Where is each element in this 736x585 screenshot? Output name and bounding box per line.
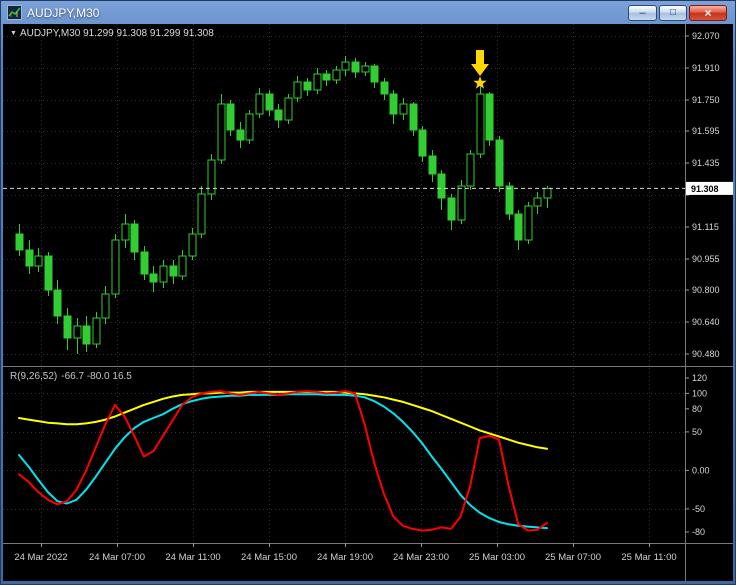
candle-body bbox=[466, 153, 475, 187]
candle-body bbox=[34, 255, 43, 267]
candle-body bbox=[533, 197, 542, 207]
indicator-axis-label: 120 bbox=[692, 373, 707, 383]
candle-body bbox=[178, 255, 187, 277]
price-axis-label: 91.435 bbox=[692, 158, 720, 168]
indicator-axis-label: 100 bbox=[692, 388, 707, 398]
price-axis-label: 91.910 bbox=[692, 63, 720, 73]
candle-body bbox=[485, 93, 494, 141]
minimize-button[interactable]: – bbox=[628, 5, 657, 21]
candle-body bbox=[361, 65, 370, 73]
candle-body bbox=[169, 265, 178, 277]
window-controls: – □ × bbox=[626, 5, 727, 21]
candle-body bbox=[63, 315, 72, 339]
indicator-axis[interactable]: 120 100 80 50 0.00 -50 -80 bbox=[685, 373, 710, 537]
candle-body bbox=[389, 93, 398, 115]
candle-body bbox=[428, 155, 437, 175]
candle-body bbox=[188, 233, 197, 257]
candle-body bbox=[457, 185, 466, 221]
candle-body bbox=[303, 81, 312, 91]
candle-body bbox=[236, 129, 245, 141]
chart-client-area: 92.070 91.910 91.750 91.595 91.435 91.115 90.9… bbox=[3, 24, 733, 581]
candle-body bbox=[351, 61, 360, 73]
candle-body bbox=[524, 205, 533, 241]
candle-body bbox=[284, 97, 293, 121]
indicator-axis-label: 50 bbox=[692, 427, 702, 437]
time-axis-label: 24 Mar 15:00 bbox=[241, 552, 297, 563]
bid-price-label: 91.308 bbox=[691, 184, 719, 194]
candle-body bbox=[370, 65, 379, 83]
chart-canvas[interactable]: 92.070 91.910 91.750 91.595 91.435 91.115 90.9… bbox=[3, 24, 733, 581]
candle-body bbox=[149, 273, 158, 283]
time-axis[interactable]: 24 Mar 2022 24 Mar 07:00 24 Mar 11:00 24 Ma… bbox=[14, 543, 677, 563]
candle-body bbox=[25, 249, 34, 267]
candle-body bbox=[226, 103, 235, 131]
price-axis-label: 90.480 bbox=[692, 349, 720, 359]
time-axis-label: 25 Mar 03:00 bbox=[469, 552, 525, 563]
indicator-axis-label: 80 bbox=[692, 404, 702, 414]
price-axis-label: 91.750 bbox=[692, 95, 720, 105]
time-axis-label: 24 Mar 2022 bbox=[14, 552, 67, 563]
candle-body bbox=[332, 69, 341, 81]
indicator-axis-label: 0.00 bbox=[692, 465, 710, 475]
window-title: AUDJPY,M30 bbox=[27, 5, 100, 20]
time-axis-label: 25 Mar 11:00 bbox=[621, 552, 676, 563]
price-axis-label: 91.115 bbox=[692, 222, 719, 232]
time-axis-label: 24 Mar 11:00 bbox=[165, 552, 220, 563]
candle-body bbox=[82, 325, 91, 345]
chart-window-icon bbox=[7, 5, 22, 20]
window-titlebar[interactable]: AUDJPY,M30 – □ × bbox=[3, 1, 733, 24]
candle-body bbox=[15, 233, 24, 251]
candle-body bbox=[341, 61, 350, 71]
candle-body bbox=[313, 73, 322, 91]
candle-body bbox=[322, 73, 331, 81]
candle-body bbox=[274, 109, 283, 121]
candle-body bbox=[111, 239, 120, 295]
candle-body bbox=[447, 197, 456, 221]
candle-body bbox=[92, 317, 101, 345]
candle-body bbox=[505, 185, 514, 215]
maximize-button[interactable]: □ bbox=[659, 5, 687, 21]
candle-body bbox=[53, 289, 62, 317]
indicator-axis-label: -80 bbox=[692, 527, 705, 537]
candle-body bbox=[44, 255, 53, 291]
time-axis-label: 24 Mar 23:00 bbox=[393, 552, 449, 563]
candle-body bbox=[409, 103, 418, 131]
candle-body bbox=[73, 325, 82, 339]
price-axis-label: 90.640 bbox=[692, 317, 720, 327]
candle-body bbox=[130, 223, 139, 253]
candle-body bbox=[197, 193, 206, 235]
time-axis-label: 25 Mar 07:00 bbox=[545, 552, 601, 563]
bid-price-box: 91.308 bbox=[686, 181, 733, 195]
close-button[interactable]: × bbox=[689, 5, 727, 21]
candle-body bbox=[293, 81, 302, 99]
candle-body bbox=[399, 103, 408, 115]
candle-body bbox=[121, 223, 130, 241]
time-axis-label: 24 Mar 07:00 bbox=[89, 552, 145, 563]
time-axis-label: 24 Mar 19:00 bbox=[317, 552, 373, 563]
price-axis-label: 91.595 bbox=[692, 126, 720, 136]
candle-body bbox=[140, 251, 149, 275]
candle-body bbox=[437, 173, 446, 199]
candle-body bbox=[245, 113, 254, 141]
candle-body bbox=[495, 139, 504, 187]
price-axis-label: 92.070 bbox=[692, 31, 720, 41]
candle-body bbox=[255, 93, 264, 115]
price-axis-label: 90.955 bbox=[692, 254, 720, 264]
candle-body bbox=[514, 213, 523, 241]
candle-body bbox=[265, 93, 274, 111]
price-axis[interactable]: 92.070 91.910 91.750 91.595 91.435 91.115 90.9… bbox=[685, 31, 720, 359]
symbol-dropdown-icon[interactable]: ▼ bbox=[10, 30, 17, 37]
candle-body bbox=[543, 187, 552, 199]
indicator-axis-label: -50 bbox=[692, 504, 705, 514]
candle-body bbox=[217, 103, 226, 161]
candle-body bbox=[476, 93, 485, 155]
candle-body bbox=[418, 129, 427, 157]
candle-body bbox=[159, 265, 168, 283]
mt4-chart-window: AUDJPY,M30 – □ × 92.070 91.910 91.750 91.59… bbox=[0, 0, 736, 585]
price-axis-label: 90.800 bbox=[692, 285, 720, 295]
candle-body bbox=[101, 293, 110, 319]
candle-body bbox=[380, 81, 389, 95]
